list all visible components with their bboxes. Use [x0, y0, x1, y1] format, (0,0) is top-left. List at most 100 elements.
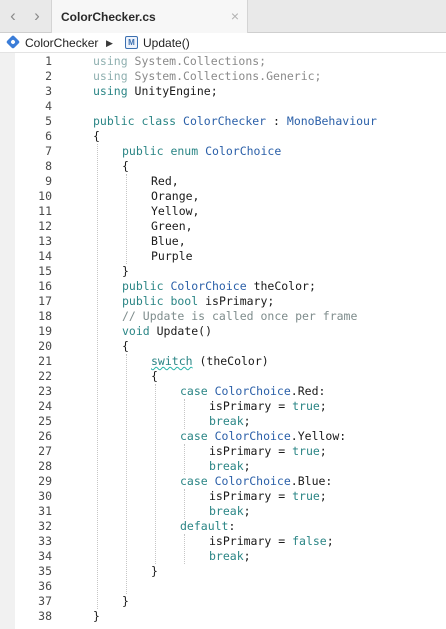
breadcrumb-class[interactable]: ColorChecker	[25, 36, 98, 50]
indent-guide	[126, 354, 127, 594]
line-number: 15	[38, 264, 52, 278]
code-text: public ColorChoice theColor;	[122, 279, 316, 294]
code-text: case ColorChoice.Yellow:	[180, 429, 346, 444]
code-token: isPrimary =	[209, 534, 293, 548]
chevron-right-icon[interactable]: ›	[26, 4, 48, 28]
code-keyword: public enum	[122, 144, 206, 158]
indent-guide	[97, 144, 98, 609]
code-line[interactable]: 18 // Update is called once per frame	[0, 309, 446, 324]
code-keyword: case	[180, 384, 215, 398]
code-line[interactable]: 27 isPrimary = true;	[0, 444, 446, 459]
indent-guide	[184, 444, 185, 474]
code-line[interactable]: 21 switch (theColor)	[0, 354, 446, 369]
code-line[interactable]: 24 isPrimary = true;	[0, 399, 446, 414]
code-line[interactable]: 16 public ColorChoice theColor;	[0, 279, 446, 294]
code-line[interactable]: 9 Red,	[0, 174, 446, 189]
code-text: using System.Collections;	[93, 54, 266, 69]
code-line[interactable]: 33 isPrimary = false;	[0, 534, 446, 549]
code-line[interactable]: 10 Orange,	[0, 189, 446, 204]
code-line[interactable]: 32 default:	[0, 519, 446, 534]
code-line[interactable]: 6{	[0, 129, 446, 144]
code-line[interactable]: 19 void Update()	[0, 324, 446, 339]
code-line[interactable]: 5 public class ColorChecker : MonoBehavio…	[0, 114, 446, 129]
code-text: Red,	[151, 174, 179, 189]
code-line[interactable]: 1 using System.Collections;	[0, 54, 446, 69]
code-text: break;	[209, 414, 251, 429]
code-token: (theColor)	[192, 354, 269, 368]
code-text: isPrimary = true;	[209, 489, 327, 504]
code-text: break;	[209, 504, 251, 519]
line-number: 24	[38, 399, 52, 413]
code-token: }	[122, 264, 129, 278]
code-text: }	[93, 609, 100, 624]
code-token: Blue,	[151, 234, 186, 248]
code-token: System.Collections.Generic;	[134, 69, 322, 83]
code-line[interactable]: 26 case ColorChoice.Yellow:	[0, 429, 446, 444]
code-line[interactable]: 15}	[0, 264, 446, 279]
code-line[interactable]: 38}	[0, 609, 446, 624]
code-keyword: false	[292, 534, 327, 548]
line-number: 5	[45, 114, 52, 128]
code-line[interactable]: 22 {	[0, 369, 446, 384]
code-line[interactable]: 7 public enum ColorChoice	[0, 144, 446, 159]
code-line[interactable]: 37}	[0, 594, 446, 609]
line-number: 28	[38, 459, 52, 473]
code-token: ;	[243, 504, 251, 518]
code-line[interactable]: 12 Green,	[0, 219, 446, 234]
code-token: ;	[319, 399, 327, 413]
code-line[interactable]: 34 break;	[0, 549, 446, 564]
code-line[interactable]: 35}	[0, 564, 446, 579]
code-type: ColorChoice	[214, 384, 291, 398]
line-number: 8	[45, 159, 52, 173]
indent-guide	[184, 399, 185, 429]
chevron-left-icon[interactable]: ‹	[2, 4, 24, 28]
code-line[interactable]: 3 using UnityEngine;	[0, 84, 446, 99]
code-text: isPrimary = false;	[209, 534, 334, 549]
code-line[interactable]: 2 using System.Collections.Generic;	[0, 69, 446, 84]
code-token: Red,	[151, 174, 179, 188]
code-line[interactable]: 17 public bool isPrimary;	[0, 294, 446, 309]
code-token: isPrimary =	[209, 444, 293, 458]
line-number: 32	[38, 519, 52, 533]
code-keyword: case	[180, 474, 215, 488]
code-text: using UnityEngine;	[93, 84, 218, 99]
code-text: Blue,	[151, 234, 186, 249]
code-token: theColor;	[246, 279, 316, 293]
code-line[interactable]: 20 {	[0, 339, 446, 354]
code-text: isPrimary = true;	[209, 444, 327, 459]
indent-guide	[184, 534, 185, 564]
code-line[interactable]: 29 case ColorChoice.Blue:	[0, 474, 446, 489]
code-token: .Red:	[290, 384, 326, 398]
code-token: UnityEngine;	[134, 84, 218, 98]
code-line[interactable]: 13 Blue,	[0, 234, 446, 249]
code-line[interactable]: 31 break;	[0, 504, 446, 519]
line-number: 2	[45, 69, 52, 83]
line-number: 34	[38, 549, 52, 563]
code-line[interactable]: 8{	[0, 159, 446, 174]
tab-colorchecker[interactable]: ColorChecker.cs ×	[51, 0, 248, 33]
line-number: 30	[38, 489, 52, 503]
code-line[interactable]: 28 break;	[0, 459, 446, 474]
code-line[interactable]: 30 isPrimary = true;	[0, 489, 446, 504]
code-keyword: public bool	[122, 294, 206, 308]
code-editor[interactable]: 1 using System.Collections; 2 using System.…	[0, 53, 446, 629]
code-line[interactable]: 11 Yellow,	[0, 204, 446, 219]
breadcrumb-separator-icon: ▶	[106, 38, 113, 48]
code-text: Purple	[151, 249, 193, 264]
code-text: {	[93, 129, 100, 144]
breadcrumb-method[interactable]: Update()	[143, 36, 190, 50]
code-line[interactable]: 25 break;	[0, 414, 446, 429]
code-line[interactable]: 14 Purple	[0, 249, 446, 264]
code-line[interactable]: 4	[0, 99, 446, 114]
close-icon[interactable]: ×	[231, 8, 239, 24]
line-number: 38	[38, 609, 52, 623]
code-token: Update()	[156, 324, 213, 338]
code-text: Orange,	[151, 189, 199, 204]
code-line[interactable]: 36	[0, 579, 446, 594]
tab-title: ColorChecker.cs	[61, 10, 156, 24]
class-icon	[5, 34, 21, 50]
code-line[interactable]: 23 case ColorChoice.Red:	[0, 384, 446, 399]
code-keyword: public	[122, 279, 171, 293]
code-keyword: case	[180, 429, 215, 443]
code-text: break;	[209, 459, 251, 474]
